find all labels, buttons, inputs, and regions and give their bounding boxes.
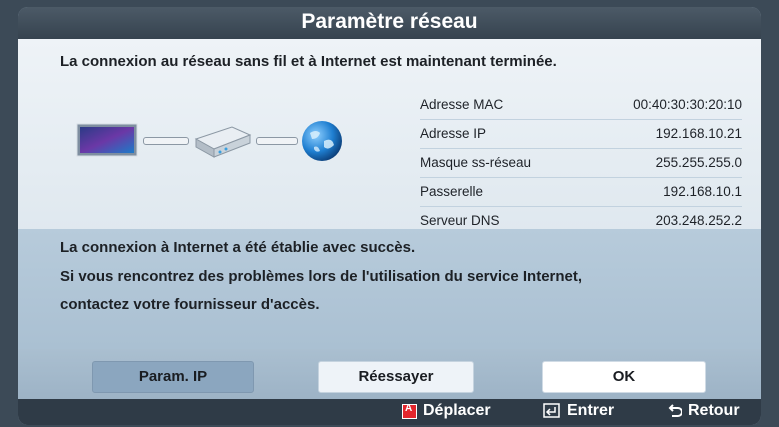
info-row: Adresse MAC 00:40:30:30:20:10 <box>420 91 742 120</box>
connection-headline: La connexion au réseau sans fil et à Int… <box>60 53 557 70</box>
info-value: 00:40:30:30:20:10 <box>633 97 742 112</box>
connection-line <box>143 137 189 145</box>
status-message: La connexion à Internet a été établie av… <box>60 239 416 256</box>
info-label: Passerelle <box>420 184 484 199</box>
ok-button[interactable]: OK <box>542 361 706 393</box>
info-label: Adresse MAC <box>420 97 504 112</box>
help-message-line-2: contactez votre fournisseur d'accès. <box>60 296 320 313</box>
info-label: Adresse IP <box>420 126 487 141</box>
info-value: 192.168.10.21 <box>655 126 742 141</box>
connection-panel: La connexion au réseau sans fil et à Int… <box>18 39 761 233</box>
button-bar: Param. IP Réessayer OK <box>18 349 761 399</box>
return-hint-label: Retour <box>688 402 740 419</box>
dialog-title: Paramètre réseau <box>18 7 761 39</box>
status-message-panel: La connexion à Internet a été établie av… <box>18 229 761 349</box>
connection-line <box>256 137 298 145</box>
remote-hint-bar: Déplacer Entrer Retour <box>18 399 761 425</box>
info-row: Masque ss-réseau 255.255.255.0 <box>420 149 742 178</box>
move-hint-label: Déplacer <box>423 402 491 419</box>
move-hint: Déplacer <box>402 402 491 420</box>
enter-icon <box>543 403 560 418</box>
tv-icon <box>76 123 138 157</box>
enter-hint-label: Entrer <box>567 402 615 419</box>
info-value: 255.255.255.0 <box>655 155 742 170</box>
info-row: Passerelle 192.168.10.1 <box>420 178 742 207</box>
red-key-icon <box>402 403 417 419</box>
return-hint: Retour <box>668 402 740 420</box>
enter-hint: Entrer <box>543 402 614 420</box>
info-label: Masque ss-réseau <box>420 155 532 170</box>
network-info-table: Adresse MAC 00:40:30:30:20:10 Adresse IP… <box>420 91 742 235</box>
return-icon <box>668 404 682 417</box>
info-value: 192.168.10.1 <box>663 184 742 199</box>
help-message-line-1: Si vous rencontrez des problèmes lors de… <box>60 268 583 285</box>
ip-settings-button[interactable]: Param. IP <box>92 361 254 393</box>
retry-button[interactable]: Réessayer <box>318 361 474 393</box>
router-icon <box>194 126 252 158</box>
globe-icon <box>302 121 342 161</box>
network-settings-dialog: Paramètre réseau La connexion au réseau … <box>18 7 761 425</box>
info-row: Adresse IP 192.168.10.21 <box>420 120 742 149</box>
